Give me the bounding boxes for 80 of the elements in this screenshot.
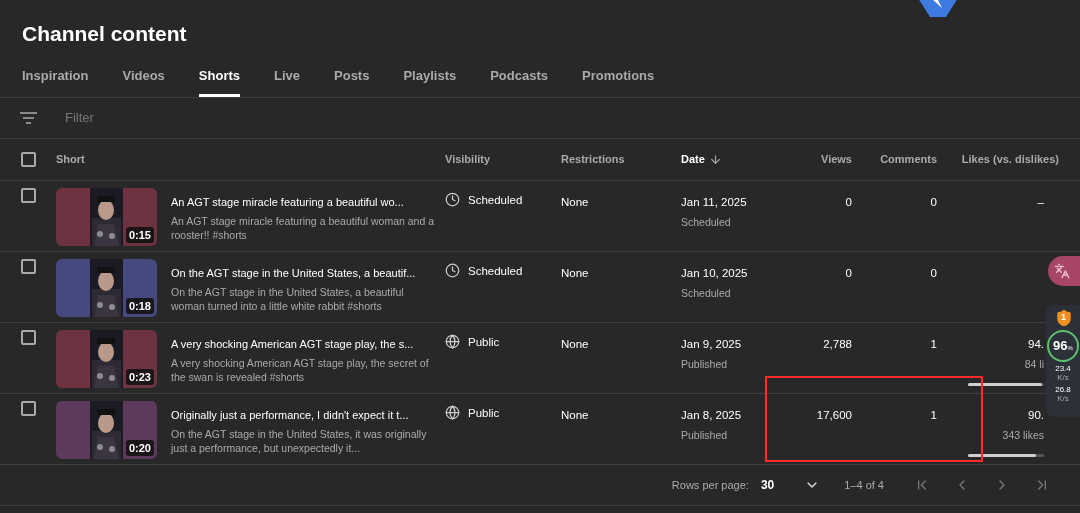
date-value: Jan 11, 2025 <box>681 195 748 210</box>
thumbnail[interactable]: 0:18 <box>56 259 157 317</box>
filter-field[interactable]: Filter <box>65 108 365 128</box>
upload-speed: 23.4 <box>1055 364 1071 373</box>
download-unit: K/s <box>1057 394 1069 403</box>
views-count: 0 <box>845 196 852 208</box>
comments-count: 1 <box>930 409 937 421</box>
column-header[interactable]: Comments <box>880 151 937 168</box>
row-checkbox[interactable] <box>21 259 36 274</box>
clock-icon <box>445 192 460 207</box>
upload-unit: K/s <box>1057 373 1069 382</box>
restrictions-value: None <box>561 267 589 279</box>
select-all-checkbox[interactable] <box>21 152 36 167</box>
visibility-status[interactable]: Scheduled <box>468 263 523 281</box>
row-checkbox[interactable] <box>21 330 36 345</box>
shield-count: 1 <box>1061 311 1066 324</box>
tab[interactable]: Inspiration <box>22 64 89 97</box>
column-header[interactable]: Likes (vs. dislikes) <box>961 151 1059 168</box>
tab[interactable]: Posts <box>334 64 370 97</box>
translate-icon[interactable] <box>1054 263 1070 279</box>
comments-count: 0 <box>930 196 937 208</box>
visibility-status[interactable]: Scheduled <box>468 192 523 210</box>
video-title[interactable]: On the AGT stage in the United States, a beautif... <box>171 265 416 282</box>
sort-arrow-icon[interactable] <box>708 153 722 166</box>
views-count: 2,788 <box>823 338 852 350</box>
tab[interactable]: Videos <box>122 64 165 97</box>
tab[interactable]: Shorts <box>198 64 240 97</box>
video-description: On the AGT stage in the United States, a beautiful woman turned into a little white rabbit #shorts <box>171 284 405 313</box>
column-header[interactable]: Date <box>681 151 705 168</box>
column-header[interactable]: Visibility <box>445 151 491 168</box>
video-title[interactable]: An AGT stage miracle featuring a beautiful wo... <box>171 194 404 211</box>
translate-button[interactable] <box>1048 256 1080 286</box>
tab[interactable]: Podcasts <box>490 64 548 97</box>
video-description: On the AGT stage in the United States, it was originally just a performance, but unexpectedly it... <box>171 426 428 455</box>
page-range: 1–4 of 4 <box>844 477 884 493</box>
clock-icon <box>445 263 460 278</box>
video-title[interactable]: A very shocking American AGT stage play, the s... <box>171 336 414 353</box>
restrictions-value: None <box>561 409 589 421</box>
views-count: 17,600 <box>816 409 852 421</box>
likes-ratio: 94. <box>1028 337 1044 352</box>
visibility-status[interactable]: Public <box>468 334 500 352</box>
date-value: Jan 8, 2025 <box>681 408 743 423</box>
date-status: Published <box>681 357 729 373</box>
column-header[interactable]: Restrictions <box>561 151 625 168</box>
restrictions-value: None <box>561 338 589 350</box>
filter-icon[interactable] <box>20 112 37 124</box>
tab[interactable]: Playlists <box>403 64 457 97</box>
row-checkbox[interactable] <box>21 401 36 416</box>
visibility-status[interactable]: Public <box>468 405 500 423</box>
date-value: Jan 9, 2025 <box>681 337 743 352</box>
date-value: Jan 10, 2025 <box>681 266 749 281</box>
globe-icon <box>445 405 460 420</box>
video-description: A very shocking American AGT stage play, the secret of the swan is revealed #shorts <box>171 355 430 384</box>
globe-icon <box>445 334 460 349</box>
column-header[interactable]: Short <box>56 151 85 168</box>
page-title: Channel content <box>22 21 187 47</box>
shield-icon <box>1055 309 1073 327</box>
rows-per-page-select[interactable]: 30 <box>760 476 821 494</box>
likes-ratio: – <box>1037 195 1044 210</box>
row-checkbox[interactable] <box>21 188 36 203</box>
comments-count: 1 <box>930 338 937 350</box>
tab[interactable]: Live <box>274 64 301 97</box>
views-count: 0 <box>845 267 852 279</box>
likes-count: 343 likes <box>1002 428 1044 444</box>
video-title[interactable]: Originally just a performance, I didn't expect it t... <box>171 407 409 424</box>
video-description: An AGT stage miracle featuring a beautiful woman and a rooster!! #shorts <box>171 213 436 242</box>
date-status: Scheduled <box>681 215 732 231</box>
tab[interactable]: Promotions <box>582 64 655 97</box>
restrictions-value: None <box>561 196 589 208</box>
date-status: Published <box>681 428 729 444</box>
rows-per-page-label: Rows per page: <box>671 477 749 493</box>
thumbnail[interactable]: 0:15 <box>56 188 157 246</box>
thumbnail[interactable]: 0:20 <box>56 401 157 459</box>
date-status: Scheduled <box>681 286 732 302</box>
likes-count: 84 li <box>1024 357 1044 373</box>
column-header[interactable]: Views <box>821 151 852 168</box>
download-speed: 26.8 <box>1055 385 1071 394</box>
comments-count: 0 <box>930 267 937 279</box>
thumbnail[interactable]: 0:23 <box>56 330 157 388</box>
likes-ratio: 90. <box>1028 408 1044 423</box>
